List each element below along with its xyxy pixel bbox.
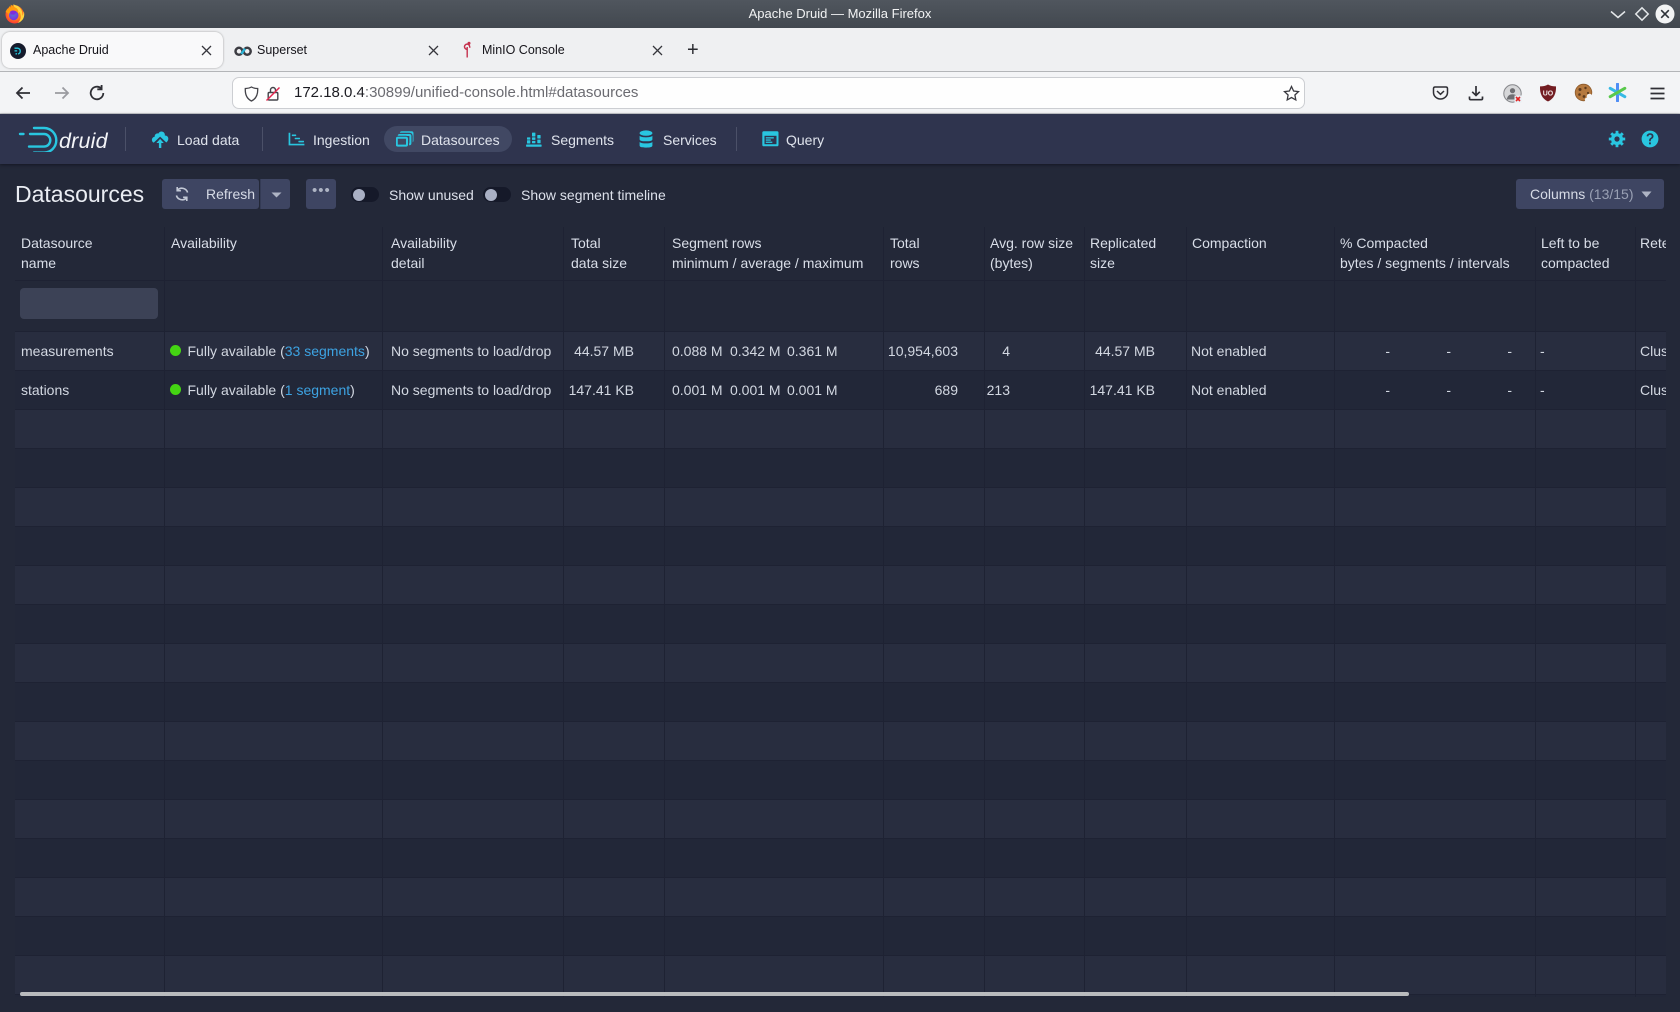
svg-text:UO: UO	[1543, 91, 1554, 98]
